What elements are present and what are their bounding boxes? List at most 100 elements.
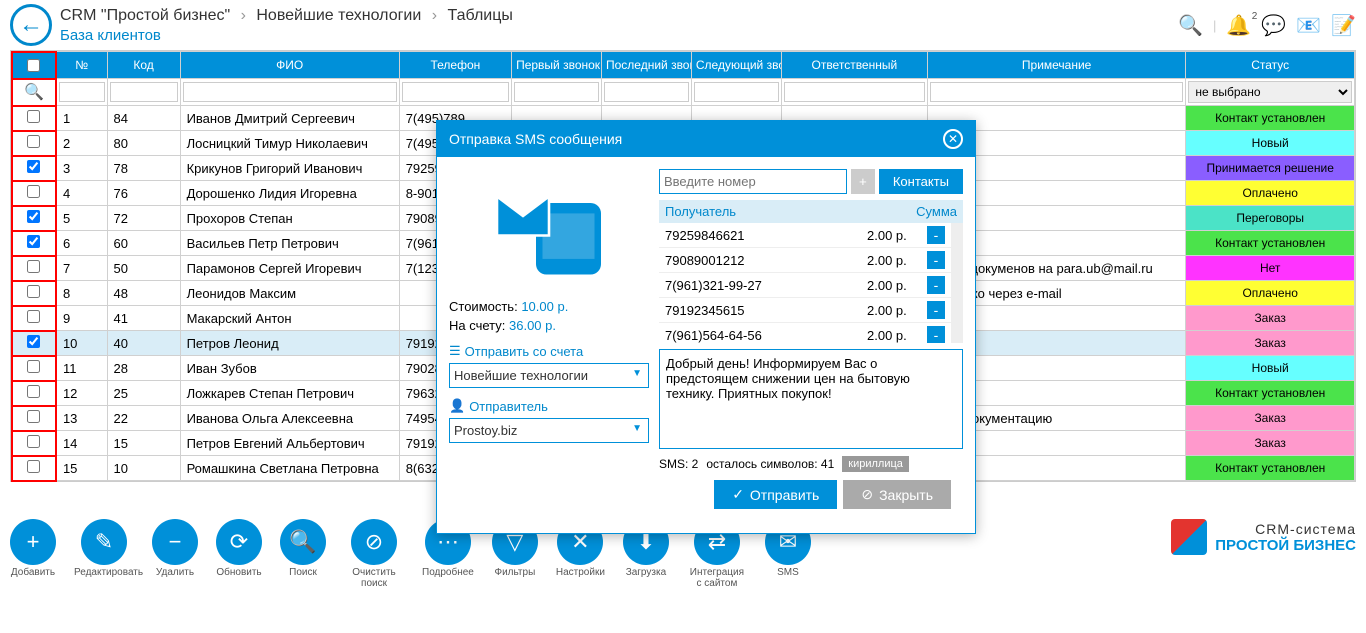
chat-icon[interactable]: 💬 <box>1261 13 1286 38</box>
cell-code: 15 <box>107 431 180 456</box>
status-badge: Новый <box>1186 356 1355 381</box>
header-tools: 🔍 | 🔔2 💬 📧 📝 <box>1178 13 1356 38</box>
cell-code: 41 <box>107 306 180 331</box>
filter-phone[interactable] <box>402 82 509 102</box>
edit-icon[interactable]: 📝 <box>1331 13 1356 38</box>
row-checkbox[interactable] <box>27 160 40 173</box>
col-header[interactable]: № <box>56 52 107 79</box>
cell-num: 12 <box>56 381 107 406</box>
row-checkbox[interactable] <box>27 185 40 198</box>
filter-note[interactable] <box>930 82 1183 102</box>
col-header[interactable]: Код <box>107 52 180 79</box>
remove-recipient-button[interactable]: - <box>927 301 945 319</box>
cell-fio: Иванова Ольга Алексеевна <box>180 406 399 431</box>
cell-num: 15 <box>56 456 107 481</box>
col-header[interactable]: ФИО <box>180 52 399 79</box>
refresh-button[interactable]: ⟳Обновить <box>216 519 262 589</box>
row-checkbox[interactable] <box>27 360 40 373</box>
sms-modal: Отправка SMS сообщения ✕ Стоимость: 10.0… <box>436 120 976 534</box>
phone-input[interactable] <box>659 169 847 194</box>
cell-code: 84 <box>107 106 180 131</box>
edit-button[interactable]: ✎Редактировать <box>74 519 134 589</box>
edit-icon: ✎ <box>81 519 127 565</box>
crumb-3[interactable]: Таблицы <box>448 7 513 24</box>
header: ← CRM "Простой бизнес" › Новейшие технол… <box>0 0 1366 50</box>
row-checkbox[interactable] <box>27 385 40 398</box>
remove-recipient-button[interactable]: - <box>927 226 945 244</box>
cell-fio: Иван Зубов <box>180 356 399 381</box>
row-checkbox[interactable] <box>27 460 40 473</box>
encoding-badge: кириллица <box>842 456 909 472</box>
col-header[interactable]: Последний звонок <box>601 52 691 79</box>
row-checkbox[interactable] <box>27 235 40 248</box>
cancel-icon: ⊘ <box>861 486 873 503</box>
filter-call3[interactable] <box>694 82 779 102</box>
crumb-sep-icon: › <box>241 7 246 24</box>
mail-icon[interactable]: 📧 <box>1296 13 1321 38</box>
cell-fio: Макарский Антон <box>180 306 399 331</box>
modal-close-button[interactable]: ✕ <box>943 129 963 149</box>
col-header[interactable]: Ответственный <box>781 52 927 79</box>
account-select[interactable]: Новейшие технологии <box>449 363 649 388</box>
row-checkbox[interactable] <box>27 435 40 448</box>
search-icon[interactable]: 🔍 <box>1178 13 1203 38</box>
crumb-2[interactable]: Новейшие технологии <box>256 7 421 24</box>
recipient-row: 790890012122.00 р.- <box>659 248 951 273</box>
filter-resp[interactable] <box>784 82 925 102</box>
row-checkbox[interactable] <box>27 260 40 273</box>
filter-search-icon[interactable]: 🔍 <box>12 79 57 106</box>
cell-num: 10 <box>56 331 107 356</box>
filter-status-select[interactable]: не выбрано <box>1188 81 1352 103</box>
close-button[interactable]: ⊘Закрыть <box>843 480 951 509</box>
back-button[interactable]: ← <box>10 4 52 46</box>
page-subtitle[interactable]: База клиентов <box>60 27 1178 44</box>
bell-icon[interactable]: 🔔2 <box>1226 13 1251 38</box>
remove-recipient-button[interactable]: - <box>927 326 945 343</box>
row-checkbox[interactable] <box>27 285 40 298</box>
select-all-checkbox[interactable] <box>27 59 40 72</box>
cell-code: 22 <box>107 406 180 431</box>
col-header[interactable]: Статус <box>1186 52 1355 79</box>
col-header[interactable]: Телефон <box>399 52 511 79</box>
chars-left: осталось символов: 41 <box>706 457 834 471</box>
col-header[interactable]: Примечание <box>927 52 1185 79</box>
filter-code[interactable] <box>110 82 178 102</box>
person-icon: 👤 <box>449 398 465 414</box>
filter-call1[interactable] <box>514 82 599 102</box>
add-phone-button[interactable]: + <box>851 169 875 194</box>
cell-fio: Ромашкина Светлана Петровна <box>180 456 399 481</box>
filter-num[interactable] <box>59 82 105 102</box>
row-checkbox[interactable] <box>27 335 40 348</box>
cell-fio: Ложкарев Степан Петрович <box>180 381 399 406</box>
status-badge: Принимается решение <box>1186 156 1355 181</box>
search-button[interactable]: 🔍Поиск <box>280 519 326 589</box>
status-badge: Заказ <box>1186 406 1355 431</box>
col-header[interactable]: Следующий звонок <box>691 52 781 79</box>
cell-fio: Парамонов Сергей Игоревич <box>180 256 399 281</box>
row-checkbox[interactable] <box>27 210 40 223</box>
cell-fio: Иванов Дмитрий Сергеевич <box>180 106 399 131</box>
cell-fio: Леонидов Максим <box>180 281 399 306</box>
row-checkbox[interactable] <box>27 110 40 123</box>
delete-button[interactable]: −Удалить <box>152 519 198 589</box>
filter-fio[interactable] <box>183 82 397 102</box>
filter-call2[interactable] <box>604 82 689 102</box>
recipient-sum: 2.00 р. <box>867 228 927 243</box>
clear-search-button[interactable]: ⊘Очистить поиск <box>344 519 404 589</box>
status-badge: Заказ <box>1186 331 1355 356</box>
crumb-1[interactable]: CRM "Простой бизнес" <box>60 7 230 24</box>
row-checkbox[interactable] <box>27 310 40 323</box>
remove-recipient-button[interactable]: - <box>927 251 945 269</box>
message-textarea[interactable] <box>659 349 963 449</box>
recipients-list[interactable]: 792598466212.00 р.-790890012122.00 р.-7(… <box>659 223 963 343</box>
sms-graphic-icon <box>479 169 619 289</box>
row-checkbox[interactable] <box>27 410 40 423</box>
add-button[interactable]: +Добавить <box>10 519 56 589</box>
cell-num: 1 <box>56 106 107 131</box>
remove-recipient-button[interactable]: - <box>927 276 945 294</box>
contacts-button[interactable]: Контакты <box>879 169 963 194</box>
send-button[interactable]: ✓Отправить <box>714 480 837 509</box>
sender-select[interactable]: Prostoy.biz <box>449 418 649 443</box>
row-checkbox[interactable] <box>27 135 40 148</box>
col-header[interactable]: Первый звонок <box>512 52 602 79</box>
